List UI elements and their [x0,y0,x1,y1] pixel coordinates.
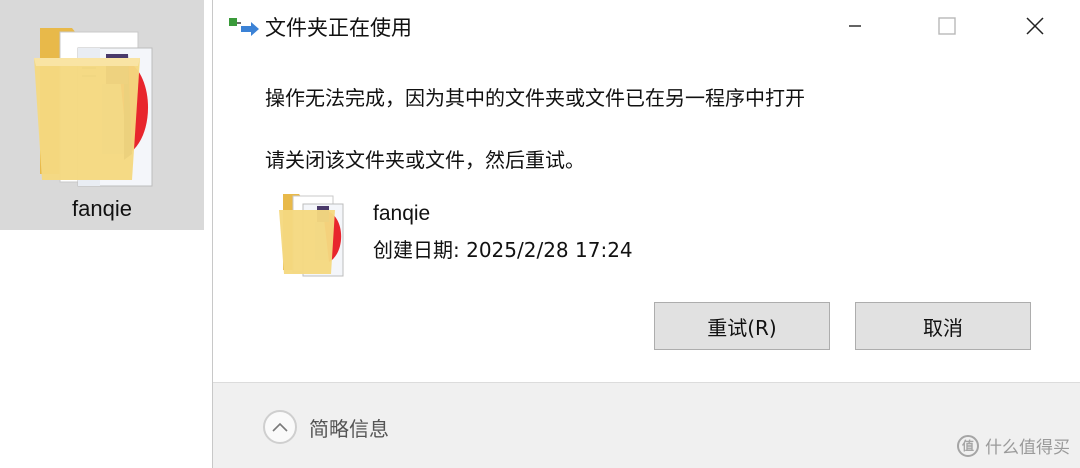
title-bar[interactable]: 文件夹正在使用 [213,0,1080,52]
watermark-text: 什么值得买 [985,438,1070,458]
minimize-button[interactable] [809,0,901,52]
error-hint: 请关闭该文件夹或文件，然后重试。 [265,148,585,172]
desktop-area: fanqie [0,0,212,468]
error-message: 操作无法完成，因为其中的文件夹或文件已在另一程序中打开 [265,86,805,110]
maximize-icon [938,17,956,35]
folder-icon [34,28,153,187]
cancel-button[interactable]: 取消 [855,302,1031,350]
folder-in-use-icon [229,18,259,36]
file-info: fanqie 创建日期: 2025/2/28 17:24 [279,188,699,280]
details-toggle-label: 简略信息 [309,416,389,441]
dialog-title: 文件夹正在使用 [265,16,412,40]
close-icon [1026,17,1044,35]
retry-button[interactable]: 重试(R) [654,302,830,350]
desktop-folder-item[interactable]: fanqie [0,0,204,230]
dialog-footer: 简略信息 [213,382,1080,468]
file-created-date: 创建日期: 2025/2/28 17:24 [373,238,633,262]
close-button[interactable] [989,0,1080,52]
file-name: fanqie [373,202,431,225]
maximize-button[interactable] [901,0,993,52]
watermark-logo-icon: 值 [957,434,979,457]
chevron-up-icon [263,410,297,444]
folder-in-use-dialog: 文件夹正在使用 操作无法完成，因为其中的文件夹或文件已在另一程序中打开 请关闭该… [212,0,1080,468]
minimize-icon [849,25,861,27]
folder-name-label: fanqie [72,196,132,221]
folder-icon [279,194,344,277]
details-toggle[interactable]: 简略信息 [263,407,389,447]
watermark: 值 什么值得买 [957,433,1070,458]
